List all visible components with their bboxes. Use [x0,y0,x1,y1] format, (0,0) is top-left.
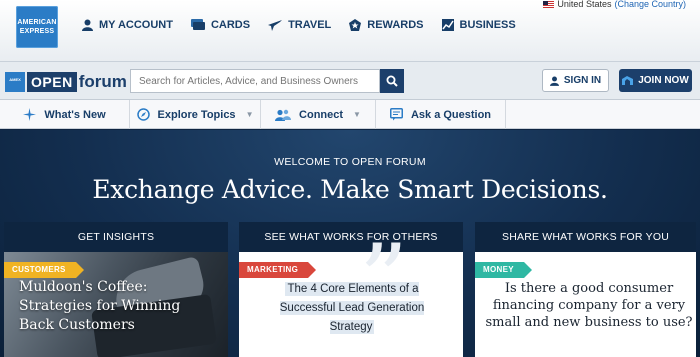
nav-label: BUSINESS [459,18,516,31]
search-input[interactable] [130,69,380,93]
nav-business[interactable]: BUSINESS [441,18,516,31]
article-title-text: The 4 Core Elements of a Successful Lead… [279,282,425,334]
subnav-whats-new[interactable]: What's New [0,100,130,129]
compass-icon [136,108,150,121]
sign-in-label: SIGN IN [563,75,602,86]
us-flag-icon [543,0,555,8]
logo-forum: forum [78,72,127,91]
category-tag[interactable]: MONEY [475,262,532,278]
airplane-icon [268,20,283,31]
rewards-icon [349,18,362,31]
logo-open: OPEN [27,72,77,92]
nav-label: MY ACCOUNT [99,18,173,31]
subnav-connect[interactable]: Connect ▼ [261,100,376,129]
page: AMERICAN EXPRESS United States (Change C… [0,0,700,357]
nav-label: CARDS [210,18,251,31]
amex-logo[interactable]: AMERICAN EXPRESS [16,6,58,48]
tag-arrow-shape [523,262,532,278]
sparkle-icon [23,108,37,121]
tag-arrow-shape [308,262,317,278]
tag-label: MONEY [483,265,514,274]
card-heading: SEE WHAT WORKS FOR OTHERS [239,222,463,252]
logo-text-bottom: EXPRESS [19,28,55,35]
share-card[interactable]: SHARE WHAT WORKS FOR YOU MONEY Is there … [475,222,696,357]
subnav-ask-question[interactable]: Ask a Question [376,100,506,129]
forum-bar: AMEX OPEN forum SIGN IN JOIN NOW [0,62,700,100]
open-forum-logo[interactable]: AMEX OPEN forum [5,71,127,93]
question-title[interactable]: Is there a good consumer financing compa… [485,280,693,331]
logo-text-top: AMERICAN [17,19,57,26]
nav-label: REWARDS [367,18,424,31]
subnav-explore-topics[interactable]: Explore Topics ▼ [130,100,261,129]
tag-label: MARKETING [247,265,299,274]
search-button[interactable] [380,69,404,93]
category-tag[interactable]: MARKETING [239,262,317,278]
country-selector: United States (Change Country) [543,0,686,9]
amex-badge-icon: AMEX [5,72,25,92]
category-tag[interactable]: CUSTOMERS [4,262,84,278]
insights-card[interactable]: GET INSIGHTS CUSTOMERS Muldoon's Coffee:… [4,222,228,357]
join-now-label: JOIN NOW [638,75,689,86]
nav-travel[interactable]: TRAVEL [268,18,331,31]
article-title[interactable]: The 4 Core Elements of a Successful Lead… [263,280,441,337]
chevron-down-icon: ▼ [353,110,361,119]
sign-in-button[interactable]: SIGN IN [542,69,609,92]
top-nav: MY ACCOUNT CARDS TRAVEL REWARDS BUSINESS [82,18,516,31]
nav-my-account[interactable]: MY ACCOUNT [82,18,173,31]
nav-rewards[interactable]: REWARDS [349,18,424,31]
welcome-text: WELCOME TO OPEN FORUM [274,156,426,168]
subnav-label: Connect [299,108,344,121]
chevron-down-icon: ▼ [245,110,254,119]
tag-arrow-shape [75,262,84,278]
article-title[interactable]: Muldoon's Coffee: Strategies for Winning… [19,278,219,335]
subnav-label: Explore Topics [157,108,236,121]
card-heading: SHARE WHAT WORKS FOR YOU [475,222,696,252]
hero-headline: Exchange Advice. Make Smart Decisions. [92,175,608,204]
card-heading: GET INSIGHTS [4,222,228,252]
open-arrow-icon [622,76,634,85]
sub-nav: What's New Explore Topics ▼ Connect ▼ As… [0,100,700,129]
cards-icon [190,19,205,30]
nav-cards[interactable]: CARDS [190,18,251,31]
nav-label: TRAVEL [288,18,332,31]
search-icon [386,75,398,87]
chat-icon [389,108,403,121]
subnav-label: Ask a Question [410,108,492,121]
tag-label: CUSTOMERS [12,265,66,274]
top-header: AMERICAN EXPRESS United States (Change C… [0,0,700,62]
join-now-button[interactable]: JOIN NOW [619,69,692,92]
person-icon [82,19,93,31]
country-name: United States [557,0,612,9]
business-chart-icon [441,18,454,31]
subnav-label: What's New [44,108,106,121]
person-icon [549,76,559,86]
change-country-link[interactable]: (Change Country) [614,0,686,9]
others-card[interactable]: SEE WHAT WORKS FOR OTHERS ” MARKETING Th… [239,222,463,357]
people-icon [275,109,292,121]
